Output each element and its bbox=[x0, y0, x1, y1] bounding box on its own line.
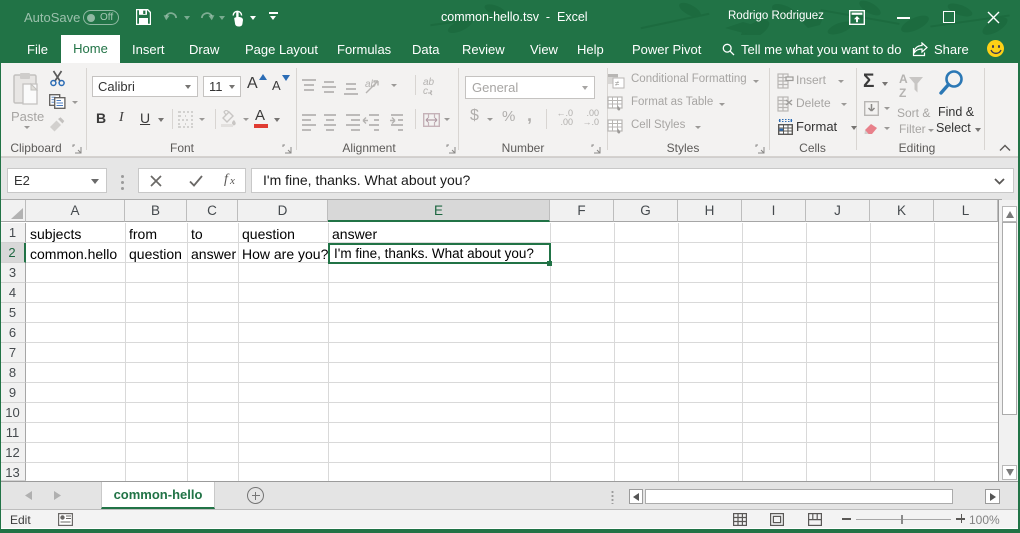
svg-text:≠: ≠ bbox=[615, 79, 620, 88]
svg-text:A: A bbox=[899, 72, 908, 86]
svg-text:Z: Z bbox=[899, 86, 906, 100]
svg-text:c: c bbox=[423, 86, 428, 97]
svg-text:ab: ab bbox=[365, 79, 377, 90]
